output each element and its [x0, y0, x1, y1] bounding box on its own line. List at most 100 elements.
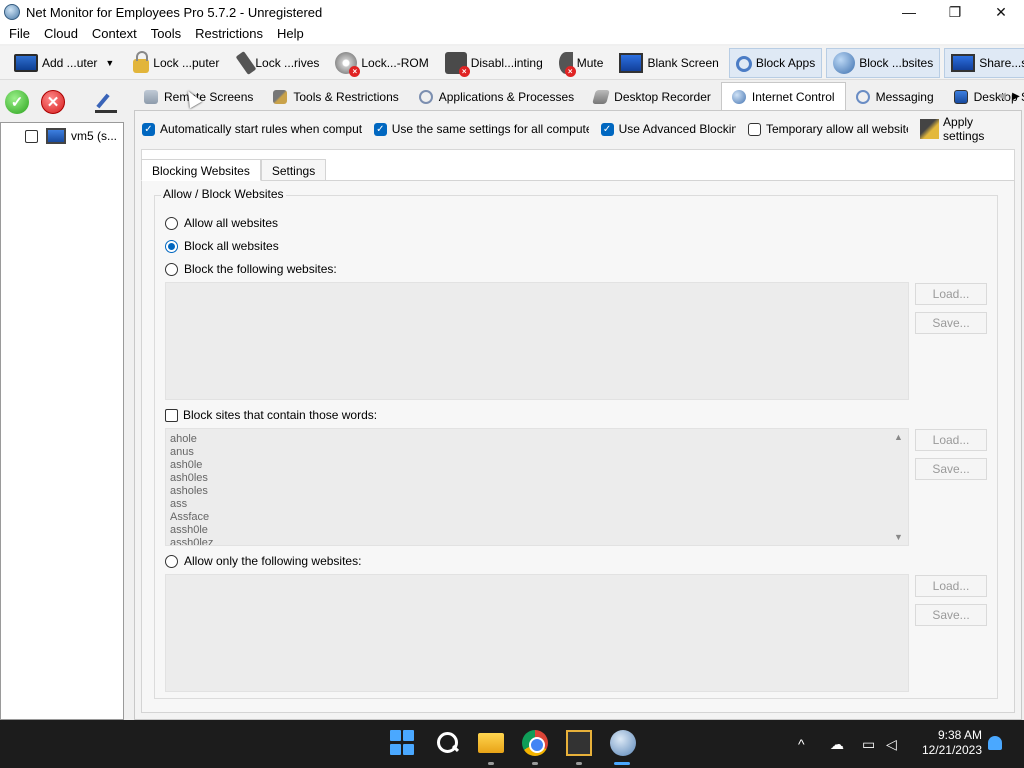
check-icon[interactable]: ✓ — [5, 90, 29, 114]
menu-file[interactable]: File — [2, 24, 37, 44]
close-button[interactable]: ✕ — [978, 0, 1024, 24]
block-apps-button[interactable]: Block Apps — [728, 47, 823, 78]
lock-drives-label: Lock ...rives — [255, 55, 320, 70]
chevron-up-icon[interactable]: ^ — [798, 736, 805, 752]
allow-only-option[interactable]: Allow only the following websites: — [165, 554, 361, 568]
auto-start-option[interactable]: ✓ Automatically start rules when compute… — [142, 122, 362, 136]
search-icon[interactable] — [435, 730, 461, 756]
list-item: Assface — [170, 511, 210, 523]
blocked-words-list[interactable]: ahole anus ash0le ash0les asholes ass As… — [165, 428, 909, 546]
temp-allow-option[interactable]: Temporary allow all websites — [747, 122, 909, 136]
chevron-down-icon[interactable]: ▼ — [105, 58, 114, 68]
load-words-button[interactable]: Load... — [915, 429, 987, 451]
advanced-blocking-option[interactable]: ✓ Use Advanced Blocking — [600, 122, 736, 136]
load-allowed-button[interactable]: Load... — [915, 575, 987, 597]
allow-only-radio[interactable] — [165, 554, 178, 568]
left-panel: ✓ ✕ vm5 (s... — [0, 82, 126, 720]
save-allowed-button[interactable]: Save... — [915, 604, 987, 626]
net-monitor-icon[interactable] — [610, 730, 636, 756]
list-item: assh0le — [170, 524, 208, 536]
list-item: ass — [170, 498, 188, 510]
block-following-label: Block the following websites: — [184, 262, 337, 276]
cd-rom-icon: × — [335, 51, 361, 77]
words-scrollbar[interactable]: ▲ ▼ — [891, 429, 908, 545]
block-all-radio[interactable] — [165, 239, 178, 253]
tool-app-icon[interactable] — [566, 730, 592, 756]
computer-tree: vm5 (s... — [0, 122, 124, 720]
network-icon[interactable]: ▭ — [862, 736, 875, 753]
red-x-icon: × — [458, 65, 470, 77]
tab-desktop-recorder[interactable]: Desktop Recorder — [584, 84, 721, 110]
lock-drives-button[interactable]: Lock ...rives — [229, 48, 325, 78]
menu-context[interactable]: Context — [85, 24, 144, 44]
block-websites-button[interactable]: Block ...bsites — [826, 47, 941, 78]
notification-bell-icon[interactable] — [988, 736, 1002, 750]
tree-item-computer[interactable]: vm5 (s... — [1, 125, 123, 147]
blank-screen-button[interactable]: Blank Screen — [613, 48, 724, 78]
tab-scroll-right-icon[interactable]: ▶ — [1008, 86, 1024, 106]
tab-label: Desktop Recorder — [614, 90, 711, 104]
load-websites-button[interactable]: Load... — [915, 283, 987, 305]
tab-messaging[interactable]: Messaging — [846, 84, 944, 110]
tab-tools-restrictions[interactable]: Tools & Restrictions — [263, 84, 408, 110]
block-words-checkbox[interactable] — [165, 408, 178, 422]
running-indicator — [488, 762, 494, 765]
usb-drive-icon — [235, 50, 257, 75]
share-desktop-icon — [951, 53, 976, 72]
same-settings-checkbox[interactable]: ✓ — [373, 122, 387, 136]
computer-label: vm5 (s... — [71, 129, 118, 143]
volume-muted-icon[interactable]: ◁ — [886, 736, 897, 753]
same-settings-option[interactable]: ✓ Use the same settings for all computer… — [373, 122, 589, 136]
subtab-settings[interactable]: Settings — [260, 159, 327, 181]
globe-icon — [833, 51, 856, 74]
subtab-blocking-websites[interactable]: Blocking Websites — [141, 159, 261, 181]
list-item: ash0le — [170, 459, 203, 471]
block-following-radio[interactable] — [165, 262, 178, 276]
mute-button[interactable]: × Mute — [553, 48, 610, 78]
chrome-icon[interactable] — [522, 730, 548, 756]
blocking-websites-panel: Allow / Block Websites Allow all website… — [141, 180, 1015, 713]
computer-checkbox[interactable] — [25, 129, 38, 143]
advanced-blocking-checkbox[interactable]: ✓ — [600, 122, 614, 136]
tab-applications-processes[interactable]: Applications & Processes — [409, 84, 584, 110]
tab-internet-control[interactable]: Internet Control — [720, 82, 846, 110]
lock-computer-button[interactable]: Lock ...puter — [124, 48, 225, 78]
cloud-offline-icon[interactable]: ☁ — [830, 736, 844, 753]
disable-printing-button[interactable]: × Disabl...inting — [439, 48, 549, 78]
temp-allow-checkbox[interactable] — [747, 122, 761, 136]
tab-label: Remote Screens — [164, 90, 254, 104]
blank-screen-label: Blank Screen — [647, 55, 719, 70]
scroll-up-icon[interactable]: ▲ — [894, 432, 903, 442]
mute-label: Mute — [576, 55, 604, 70]
clock-date: 12/21/2023 — [921, 743, 982, 757]
allowed-websites-list[interactable] — [165, 574, 909, 692]
left-toolbar: ✓ ✕ — [0, 82, 126, 122]
disable-printing-label: Disabl...inting — [470, 55, 543, 70]
file-explorer-icon[interactable] — [478, 733, 504, 753]
lock-cdrom-button[interactable]: × Lock...-ROM — [329, 48, 434, 78]
windows-start-icon[interactable] — [390, 730, 416, 756]
minimize-button[interactable]: — — [886, 0, 932, 24]
edit-icon[interactable] — [95, 91, 117, 113]
maximize-button[interactable]: ❐ — [932, 0, 978, 24]
auto-start-checkbox[interactable]: ✓ — [142, 122, 155, 136]
allow-all-option[interactable]: Allow all websites — [165, 216, 278, 230]
clock[interactable]: 9:38 AM 12/21/2023 — [908, 728, 982, 758]
save-websites-button[interactable]: Save... — [915, 312, 987, 334]
scroll-down-icon[interactable]: ▼ — [894, 532, 903, 542]
allow-all-radio[interactable] — [165, 216, 178, 230]
blocked-websites-list[interactable] — [165, 282, 909, 400]
block-following-option[interactable]: Block the following websites: — [165, 262, 337, 276]
block-all-option[interactable]: Block all websites — [165, 239, 279, 253]
menu-tools[interactable]: Tools — [144, 24, 188, 44]
temp-allow-label: Temporary allow all websites — [765, 122, 909, 136]
menu-help[interactable]: Help — [270, 24, 311, 44]
save-words-button[interactable]: Save... — [915, 458, 987, 480]
cancel-icon[interactable]: ✕ — [41, 90, 65, 114]
block-words-option[interactable]: Block sites that contain those words: — [165, 408, 377, 422]
menu-restrictions[interactable]: Restrictions — [188, 24, 270, 44]
add-computer-button[interactable]: Add ...uter ▼ — [8, 48, 120, 78]
share-desktop-button[interactable]: Share...sktop — [944, 47, 1024, 78]
menu-cloud[interactable]: Cloud — [37, 24, 85, 44]
apply-settings-button[interactable]: Apply settings — [920, 115, 1013, 143]
